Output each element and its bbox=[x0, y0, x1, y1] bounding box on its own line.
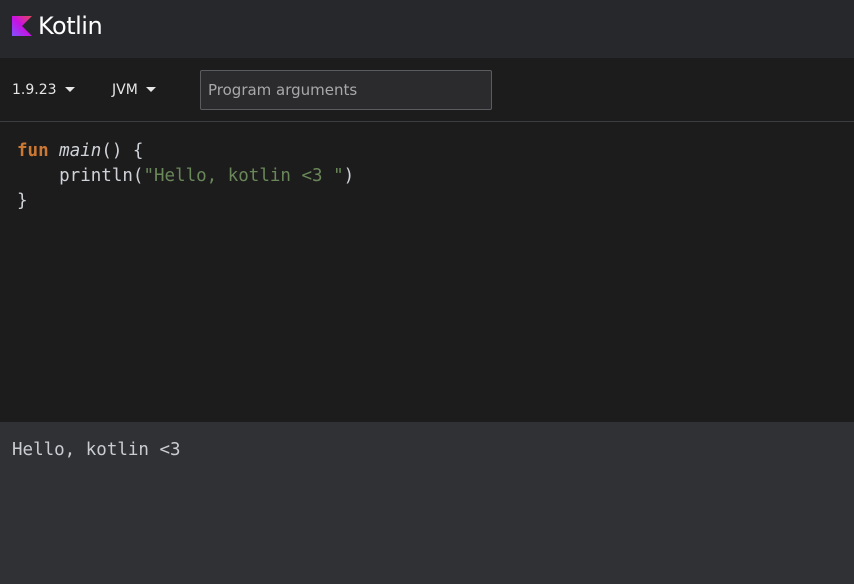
kotlin-logo-icon bbox=[12, 16, 32, 36]
code-line[interactable]: fun main() { bbox=[17, 139, 354, 164]
version-label: 1.9.23 bbox=[12, 82, 57, 98]
code-token-kw: fun bbox=[17, 141, 49, 161]
playground-app: Kotlin 1.9.23 JVM fun main() { println("… bbox=[0, 0, 854, 584]
code-token-plain: } bbox=[17, 191, 28, 211]
code-line[interactable]: } bbox=[17, 189, 354, 214]
code-token-plain: () { bbox=[101, 141, 144, 161]
toolbar: 1.9.23 JVM bbox=[0, 58, 854, 122]
logo-text: Kotlin bbox=[38, 12, 103, 40]
program-arguments-input[interactable] bbox=[200, 70, 492, 110]
code-line[interactable]: println("Hello, kotlin <3 ") bbox=[17, 164, 354, 189]
output-text: Hello, kotlin <3 bbox=[12, 440, 181, 460]
output-panel: Hello, kotlin <3 bbox=[0, 422, 854, 584]
code-editor[interactable]: fun main() { println("Hello, kotlin <3 "… bbox=[0, 122, 854, 422]
code-token-plain: ) bbox=[343, 166, 355, 186]
platform-dropdown[interactable]: JVM bbox=[112, 78, 156, 102]
code-token-plain: println( bbox=[17, 166, 144, 186]
code-token-str: "Hello, kotlin <3 " bbox=[143, 166, 344, 186]
kotlin-logo[interactable]: Kotlin bbox=[12, 12, 103, 40]
code-token-fn: main bbox=[59, 141, 102, 161]
chevron-down-icon bbox=[64, 86, 75, 92]
code-content[interactable]: fun main() { println("Hello, kotlin <3 "… bbox=[17, 139, 354, 214]
version-dropdown[interactable]: 1.9.23 bbox=[12, 78, 75, 102]
header-bar: Kotlin bbox=[0, 0, 854, 58]
platform-label: JVM bbox=[112, 82, 138, 98]
chevron-down-icon bbox=[145, 86, 156, 92]
